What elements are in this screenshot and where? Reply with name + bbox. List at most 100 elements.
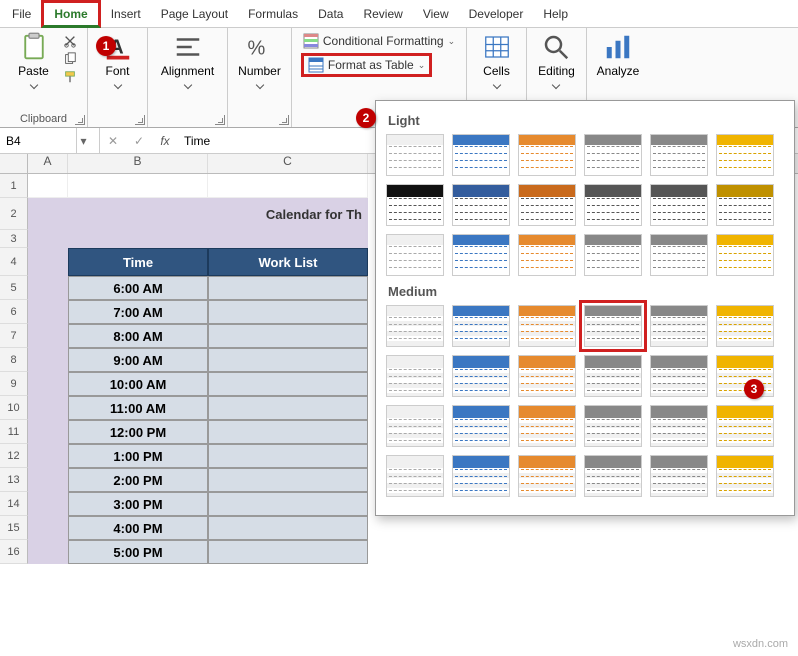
time-cell[interactable]: 9:00 AM — [68, 348, 208, 372]
table-style-thumb[interactable] — [386, 305, 444, 347]
table-style-thumb[interactable] — [386, 134, 444, 176]
table-style-thumb[interactable] — [518, 305, 576, 347]
copy-icon[interactable] — [62, 52, 78, 66]
table-style-thumb[interactable] — [716, 455, 774, 497]
dialog-launcher-icon[interactable] — [279, 115, 289, 125]
format-painter-icon[interactable] — [62, 70, 78, 84]
row-header[interactable]: 14 — [0, 492, 28, 516]
worklist-cell[interactable] — [208, 516, 368, 540]
row-header[interactable]: 13 — [0, 468, 28, 492]
table-style-thumb[interactable] — [452, 305, 510, 347]
table-style-thumb[interactable] — [584, 234, 642, 276]
time-cell[interactable]: 11:00 AM — [68, 396, 208, 420]
time-cell[interactable]: 12:00 PM — [68, 420, 208, 444]
worklist-cell[interactable] — [208, 372, 368, 396]
row-header[interactable]: 9 — [0, 372, 28, 396]
table-style-thumb[interactable] — [716, 305, 774, 347]
row-header[interactable]: 8 — [0, 348, 28, 372]
worklist-cell[interactable] — [208, 540, 368, 564]
dialog-launcher-icon[interactable] — [75, 115, 85, 125]
row-header[interactable]: 5 — [0, 276, 28, 300]
dialog-launcher-icon[interactable] — [135, 115, 145, 125]
table-style-thumb[interactable] — [650, 134, 708, 176]
col-header-a[interactable]: A — [28, 154, 68, 173]
table-style-thumb[interactable] — [452, 134, 510, 176]
cell[interactable] — [28, 174, 68, 198]
table-style-thumb[interactable] — [452, 405, 510, 447]
time-cell[interactable]: 6:00 AM — [68, 276, 208, 300]
analyze-button[interactable]: Analyze — [597, 32, 640, 78]
time-cell[interactable]: 7:00 AM — [68, 300, 208, 324]
dialog-launcher-icon[interactable] — [215, 115, 225, 125]
tab-view[interactable]: View — [413, 3, 459, 25]
row-header[interactable]: 4 — [0, 248, 28, 276]
table-style-thumb[interactable] — [650, 405, 708, 447]
table-style-thumb[interactable] — [584, 305, 642, 347]
table-style-thumb[interactable] — [518, 184, 576, 226]
conditional-formatting-button[interactable]: Conditional Formatting ⌄ — [301, 32, 457, 50]
table-style-thumb[interactable] — [584, 355, 642, 397]
row-header[interactable]: 12 — [0, 444, 28, 468]
table-style-thumb[interactable] — [650, 455, 708, 497]
tab-data[interactable]: Data — [308, 3, 353, 25]
time-cell[interactable]: 1:00 PM — [68, 444, 208, 468]
table-style-thumb[interactable] — [650, 305, 708, 347]
table-style-thumb[interactable] — [452, 234, 510, 276]
table-style-thumb[interactable] — [584, 455, 642, 497]
time-cell[interactable]: 8:00 AM — [68, 324, 208, 348]
table-style-thumb[interactable] — [716, 184, 774, 226]
table-style-thumb[interactable] — [584, 405, 642, 447]
table-style-thumb[interactable] — [650, 234, 708, 276]
cell[interactable] — [28, 248, 68, 276]
row-header[interactable]: 2 — [0, 198, 28, 230]
worklist-cell[interactable] — [208, 396, 368, 420]
tab-file[interactable]: File — [2, 3, 41, 25]
row-header[interactable]: 15 — [0, 516, 28, 540]
table-style-thumb[interactable] — [386, 184, 444, 226]
cut-icon[interactable] — [62, 34, 78, 48]
worklist-cell[interactable] — [208, 300, 368, 324]
name-box[interactable]: ▾ — [0, 128, 100, 153]
editing-button[interactable]: Editing — [538, 32, 575, 88]
table-style-thumb[interactable] — [584, 134, 642, 176]
row-header[interactable]: 6 — [0, 300, 28, 324]
table-style-thumb[interactable] — [716, 234, 774, 276]
worklist-cell[interactable] — [208, 492, 368, 516]
worklist-cell[interactable] — [208, 324, 368, 348]
worklist-cell[interactable] — [208, 276, 368, 300]
worklist-cell[interactable] — [208, 420, 368, 444]
row-header[interactable]: 16 — [0, 540, 28, 564]
tab-help[interactable]: Help — [533, 3, 578, 25]
cancel-button[interactable]: ✕ — [100, 134, 126, 148]
name-box-dropdown[interactable]: ▾ — [76, 128, 90, 153]
number-button[interactable]: % Number — [238, 32, 281, 88]
cell[interactable] — [208, 174, 368, 198]
worklist-cell[interactable] — [208, 468, 368, 492]
table-style-thumb[interactable] — [518, 355, 576, 397]
row-header[interactable]: 3 — [0, 230, 28, 248]
enter-button[interactable]: ✓ — [126, 134, 152, 148]
row-header[interactable]: 7 — [0, 324, 28, 348]
cell[interactable] — [28, 198, 68, 230]
select-all-corner[interactable] — [0, 154, 28, 173]
table-style-thumb[interactable] — [452, 455, 510, 497]
paste-button[interactable]: Paste — [10, 32, 58, 88]
worksheet-title[interactable]: Calendar for Th — [68, 198, 368, 230]
fx-button[interactable]: fx — [152, 134, 178, 148]
table-header-worklist[interactable]: Work List — [208, 248, 368, 276]
col-header-c[interactable]: C — [208, 154, 368, 173]
tab-review[interactable]: Review — [353, 3, 412, 25]
format-as-table-button[interactable]: Format as Table ⌄ — [301, 53, 432, 77]
row-header[interactable]: 11 — [0, 420, 28, 444]
table-style-thumb[interactable] — [386, 405, 444, 447]
alignment-button[interactable]: Alignment — [161, 32, 214, 88]
table-header-time[interactable]: Time — [68, 248, 208, 276]
time-cell[interactable]: 3:00 PM — [68, 492, 208, 516]
table-style-thumb[interactable] — [452, 184, 510, 226]
time-cell[interactable]: 10:00 AM — [68, 372, 208, 396]
table-style-thumb[interactable] — [716, 134, 774, 176]
table-style-thumb[interactable] — [716, 405, 774, 447]
table-style-thumb[interactable] — [518, 134, 576, 176]
table-style-thumb[interactable] — [386, 234, 444, 276]
time-cell[interactable]: 5:00 PM — [68, 540, 208, 564]
